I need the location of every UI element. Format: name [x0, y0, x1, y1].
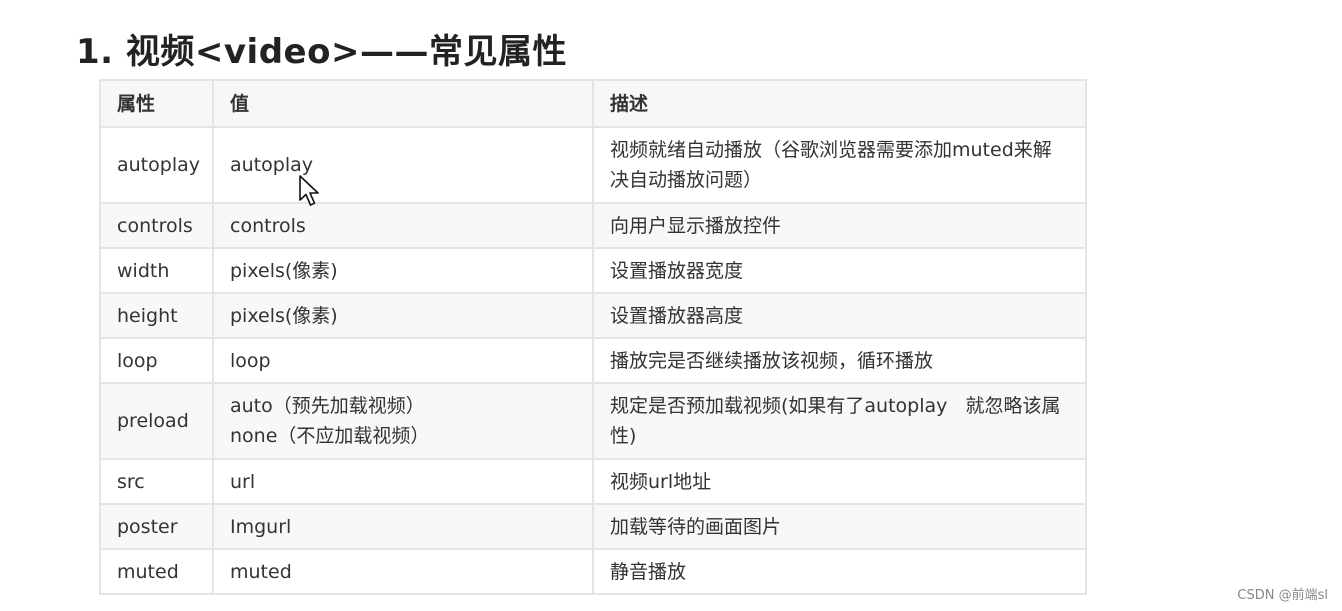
value-cell: url [212, 458, 594, 505]
table-row: preload auto（预先加载视频） none（不应加载视频） 规定是否预加载… [99, 382, 1087, 460]
value-line: controls [230, 214, 306, 237]
description-line: 设置播放器高度 [610, 304, 744, 327]
attr-cell: width [99, 247, 214, 294]
description-line: 向用户显示播放控件 [610, 214, 782, 237]
attr-cell: poster [99, 503, 214, 550]
description-cell: 设置播放器宽度 [592, 247, 1087, 294]
value-line: pixels(像素) [230, 259, 338, 282]
table-row: muted muted 静音播放 [99, 548, 1087, 595]
value-cell: muted [212, 548, 594, 595]
value-line: Imgurl [230, 515, 292, 538]
value-cell: loop [212, 337, 594, 384]
description-line: 视频就绪自动播放（谷歌浏览器需要添加muted来解 [610, 139, 1052, 161]
description-line: 设置播放器宽度 [610, 259, 744, 282]
description-cell: 静音播放 [592, 548, 1087, 595]
value-line: none（不应加载视频） [230, 425, 430, 447]
header-value: 值 [212, 79, 594, 128]
table-row: controls controls 向用户显示播放控件 [99, 202, 1087, 249]
table-row: height pixels(像素) 设置播放器高度 [99, 292, 1087, 339]
attr-cell: height [99, 292, 214, 339]
description-line: 规定是否预加载视频(如果有了autoplay 就忽略该属 [610, 395, 1061, 417]
value-line: muted [230, 560, 292, 583]
attr-cell: controls [99, 202, 214, 249]
table-row: width pixels(像素) 设置播放器宽度 [99, 247, 1087, 294]
description-cell: 加载等待的画面图片 [592, 503, 1087, 550]
page: 1. 视频<video>——常见属性 属性 值 描述 autoplay auto… [0, 0, 1342, 611]
description-line: 视频url地址 [610, 470, 712, 493]
mouse-pointer-icon [299, 175, 319, 206]
attr-cell: autoplay [99, 126, 214, 204]
description-cell: 规定是否预加载视频(如果有了autoplay 就忽略该属 性) [592, 382, 1087, 460]
table-header-row: 属性 值 描述 [99, 79, 1087, 128]
value-cell: Imgurl [212, 503, 594, 550]
table-row: poster Imgurl 加载等待的画面图片 [99, 503, 1087, 550]
table-row: loop loop 播放完是否继续播放该视频，循环播放 [99, 337, 1087, 384]
value-cell: pixels(像素) [212, 292, 594, 339]
header-attribute: 属性 [99, 79, 214, 128]
video-attributes-table: 属性 值 描述 autoplay autoplay 视频就绪自动播放（谷歌浏览器… [99, 79, 1087, 595]
value-cell: controls [212, 202, 594, 249]
attr-cell: loop [99, 337, 214, 384]
value-cell: autoplay [212, 126, 594, 204]
header-description: 描述 [592, 79, 1087, 128]
page-title: 1. 视频<video>——常见属性 [76, 32, 567, 72]
value-line: autoplay [230, 154, 313, 176]
watermark: CSDN @前端sl [1237, 588, 1328, 603]
value-line: auto（预先加载视频） [230, 395, 425, 417]
description-line: 决自动播放问题） [610, 169, 763, 191]
value-cell: pixels(像素) [212, 247, 594, 294]
table-row: autoplay autoplay 视频就绪自动播放（谷歌浏览器需要添加mute… [99, 126, 1087, 204]
description-cell: 播放完是否继续播放该视频，循环播放 [592, 337, 1087, 384]
attr-cell: muted [99, 548, 214, 595]
description-line: 加载等待的画面图片 [610, 515, 782, 538]
description-line: 性) [610, 425, 637, 447]
description-cell: 视频url地址 [592, 458, 1087, 505]
attr-cell: preload [99, 382, 214, 460]
description-cell: 设置播放器高度 [592, 292, 1087, 339]
description-cell: 视频就绪自动播放（谷歌浏览器需要添加muted来解 决自动播放问题） [592, 126, 1087, 204]
description-line: 静音播放 [610, 560, 687, 583]
attr-cell: src [99, 458, 214, 505]
description-line: 播放完是否继续播放该视频，循环播放 [610, 349, 934, 372]
description-cell: 向用户显示播放控件 [592, 202, 1087, 249]
value-line: url [230, 470, 256, 493]
value-line: pixels(像素) [230, 304, 338, 327]
table-row: src url 视频url地址 [99, 458, 1087, 505]
value-line: loop [230, 349, 271, 372]
value-cell: auto（预先加载视频） none（不应加载视频） [212, 382, 594, 460]
